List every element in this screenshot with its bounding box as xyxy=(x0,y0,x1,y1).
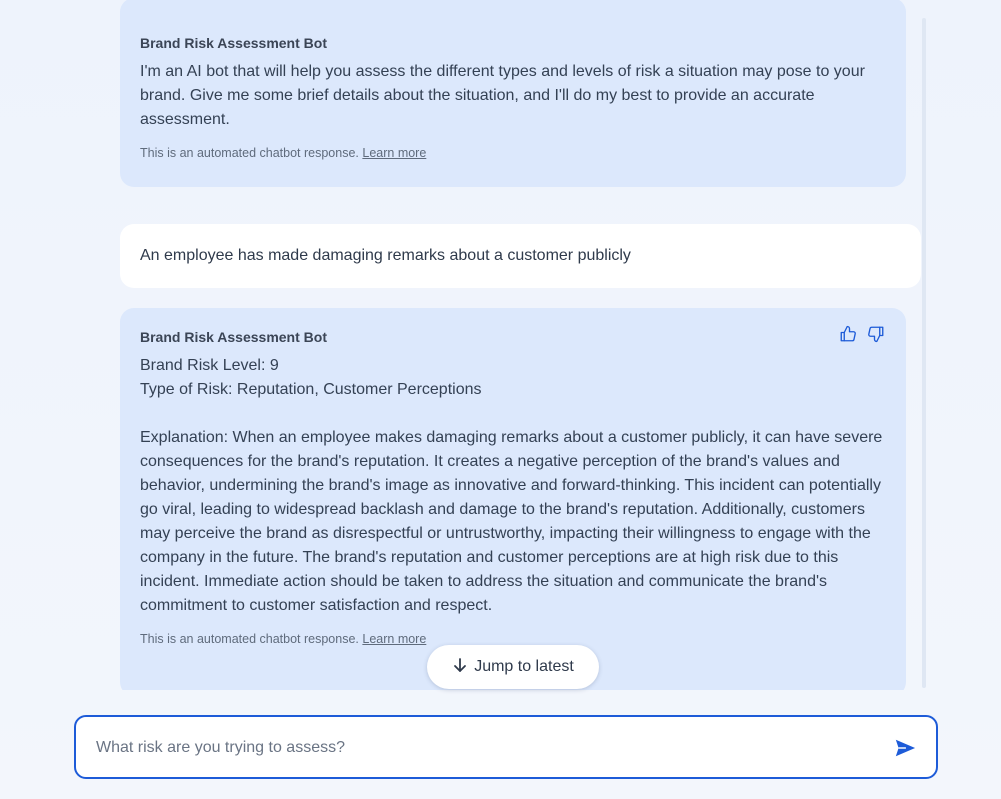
message-text: An employee has made damaging remarks ab… xyxy=(140,247,631,264)
message-list[interactable]: Brand Risk Assessment Bot I'm an AI bot … xyxy=(0,0,928,690)
thumbs-down-icon[interactable] xyxy=(866,324,886,344)
arrow-down-icon xyxy=(452,657,468,678)
explanation-text: Explanation: When an employee makes dama… xyxy=(140,429,883,614)
jump-to-latest-button[interactable]: Jump to latest xyxy=(427,645,599,689)
chat-page: Brand Risk Assessment Bot I'm an AI bot … xyxy=(0,0,1001,799)
risk-type-text: Type of Risk: Reputation, Customer Perce… xyxy=(140,381,482,398)
bot-message: Brand Risk Assessment Bot Brand Risk Lev… xyxy=(120,308,906,690)
send-icon[interactable] xyxy=(894,737,916,759)
scrollbar[interactable] xyxy=(922,18,926,688)
message-text: I'm an AI bot that will help you assess … xyxy=(140,63,865,128)
message-composer xyxy=(74,715,938,779)
risk-input[interactable] xyxy=(94,731,878,765)
automated-note-text: This is an automated chatbot response. xyxy=(140,146,359,160)
message-sender: Brand Risk Assessment Bot xyxy=(140,329,327,345)
learn-more-link[interactable]: Learn more xyxy=(362,146,426,160)
automated-note-text: This is an automated chatbot response. xyxy=(140,632,359,646)
learn-more-link[interactable]: Learn more xyxy=(362,632,426,646)
message-sender: Brand Risk Assessment Bot xyxy=(140,35,327,51)
automated-note: This is an automated chatbot response. L… xyxy=(140,145,886,161)
user-message: An employee has made damaging remarks ab… xyxy=(120,224,921,288)
risk-level-text: Brand Risk Level: 9 xyxy=(140,357,279,374)
feedback-controls xyxy=(838,324,886,344)
bot-message: Brand Risk Assessment Bot I'm an AI bot … xyxy=(120,0,906,187)
jump-to-latest-label: Jump to latest xyxy=(474,658,574,675)
thumbs-up-icon[interactable] xyxy=(838,324,858,344)
